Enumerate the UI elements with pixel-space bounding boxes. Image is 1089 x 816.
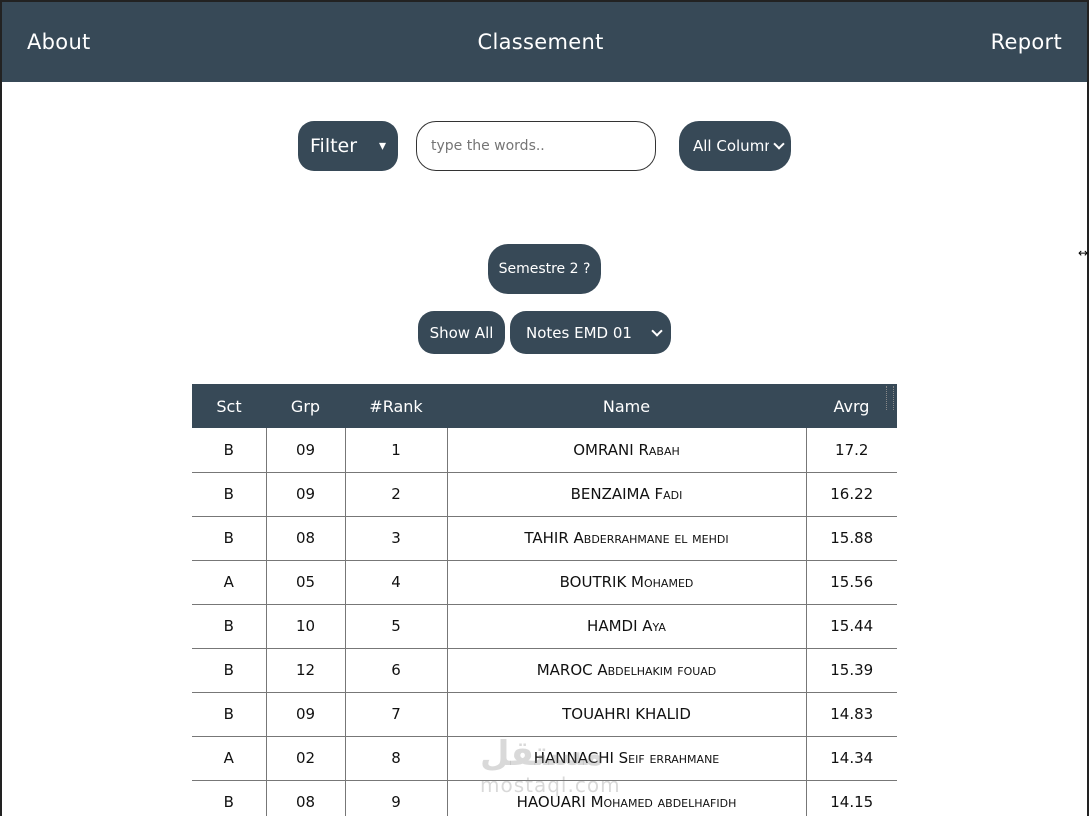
filter-label: Filter <box>310 135 358 157</box>
table-row: B 09 2 BENZAIMA Fadi 16.22 <box>192 472 897 517</box>
cell-sct: B <box>192 648 267 693</box>
cell-sct: B <box>192 472 267 517</box>
view-controls: Show All Notes EMD 01 <box>418 311 671 354</box>
cell-rank: 6 <box>345 648 448 693</box>
header-rank[interactable]: #Rank <box>345 384 447 428</box>
cell-sct: A <box>192 736 267 781</box>
cell-rank: 9 <box>345 780 448 816</box>
cell-grp: 05 <box>266 560 346 605</box>
chevron-down-icon <box>651 324 663 337</box>
cell-rank: 5 <box>345 604 448 649</box>
cell-grp: 09 <box>266 472 346 517</box>
filter-button[interactable]: Filter ▾ <box>298 121 398 171</box>
ranking-table: Sct Grp #Rank Name Avrg B 09 1 OMRANI Rabah… <box>192 384 897 816</box>
header-grp[interactable]: Grp <box>266 384 345 428</box>
cell-name: BENZAIMA Fadi <box>447 472 807 517</box>
cell-avrg: 14.83 <box>806 692 897 737</box>
cell-avrg: 15.44 <box>806 604 897 649</box>
show-all-button[interactable]: Show All <box>418 311 505 354</box>
cell-sct: B <box>192 780 267 816</box>
cell-sct: B <box>192 516 267 561</box>
cell-rank: 3 <box>345 516 448 561</box>
cell-grp: 08 <box>266 516 346 561</box>
cell-name: BOUTRIK Mohamed <box>447 560 807 605</box>
columns-select-value: All Columns <box>693 137 769 155</box>
notes-select-value: Notes EMD 01 <box>526 323 632 342</box>
table-row: A 05 4 BOUTRIK Mohamed 15.56 <box>192 560 897 605</box>
table-row: B 09 7 TOUAHRI KHALID 14.83 <box>192 692 897 737</box>
cell-avrg: 17.2 <box>806 428 897 473</box>
columns-select[interactable]: All Columns <box>679 121 791 171</box>
cell-rank: 8 <box>345 736 448 781</box>
semestre-button[interactable]: Semestre 2 ? <box>488 244 601 294</box>
cell-avrg: 15.39 <box>806 648 897 693</box>
report-link[interactable]: Report <box>991 30 1062 54</box>
header-avrg[interactable]: Avrg <box>806 384 897 428</box>
table-row: B 08 9 HAOUARI Mohamed abdelhafidh 14.15 <box>192 780 897 816</box>
cell-name: MAROC Abdelhakim fouad <box>447 648 807 693</box>
column-resize-handle[interactable] <box>886 386 894 410</box>
table-row: B 08 3 TAHIR Abderrahmane el mehdi 15.88 <box>192 516 897 561</box>
caret-down-icon: ▾ <box>378 138 386 154</box>
cell-rank: 2 <box>345 472 448 517</box>
search-input[interactable] <box>416 121 656 171</box>
header-name[interactable]: Name <box>447 384 806 428</box>
chevron-down-icon <box>773 138 785 150</box>
cell-rank: 4 <box>345 560 448 605</box>
table-row: B 10 5 HAMDI Aya 15.44 <box>192 604 897 649</box>
cell-avrg: 14.34 <box>806 736 897 781</box>
cell-avrg: 15.88 <box>806 516 897 561</box>
cell-avrg: 15.56 <box>806 560 897 605</box>
cell-rank: 1 <box>345 428 448 473</box>
cell-name: TAHIR Abderrahmane el mehdi <box>447 516 807 561</box>
cell-sct: A <box>192 560 267 605</box>
cell-grp: 02 <box>266 736 346 781</box>
notes-select[interactable]: Notes EMD 01 <box>510 311 671 354</box>
cell-sct: B <box>192 428 267 473</box>
table-row: A 02 8 HANNACHI Seif errahmane 14.34 <box>192 736 897 781</box>
cell-name: OMRANI Rabah <box>447 428 807 473</box>
table-header-row: Sct Grp #Rank Name Avrg <box>192 384 897 428</box>
header-sct[interactable]: Sct <box>192 384 266 428</box>
table-row: B 09 1 OMRANI Rabah 17.2 <box>192 428 897 473</box>
ranking-table-container: Sct Grp #Rank Name Avrg B 09 1 OMRANI Rabah… <box>192 384 897 816</box>
cell-rank: 7 <box>345 692 448 737</box>
cell-grp: 09 <box>266 428 346 473</box>
cell-grp: 10 <box>266 604 346 649</box>
about-link[interactable]: About <box>27 30 91 54</box>
cell-sct: B <box>192 692 267 737</box>
cell-grp: 12 <box>266 648 346 693</box>
cell-name: HAOUARI Mohamed abdelhafidh <box>447 780 807 816</box>
filter-bar: Filter ▾ All Columns <box>298 121 791 171</box>
cell-sct: B <box>192 604 267 649</box>
page-title[interactable]: Classement <box>478 30 604 54</box>
top-navbar: About Classement Report <box>2 2 1087 82</box>
cell-avrg: 16.22 <box>806 472 897 517</box>
cell-grp: 09 <box>266 692 346 737</box>
cell-name: HAMDI Aya <box>447 604 807 649</box>
cell-name: HANNACHI Seif errahmane <box>447 736 807 781</box>
table-row: B 12 6 MAROC Abdelhakim fouad 15.39 <box>192 648 897 693</box>
cell-grp: 08 <box>266 780 346 816</box>
cell-name: TOUAHRI KHALID <box>447 692 807 737</box>
resize-cursor-icon: ↔ <box>1078 246 1089 260</box>
cell-avrg: 14.15 <box>806 780 897 816</box>
